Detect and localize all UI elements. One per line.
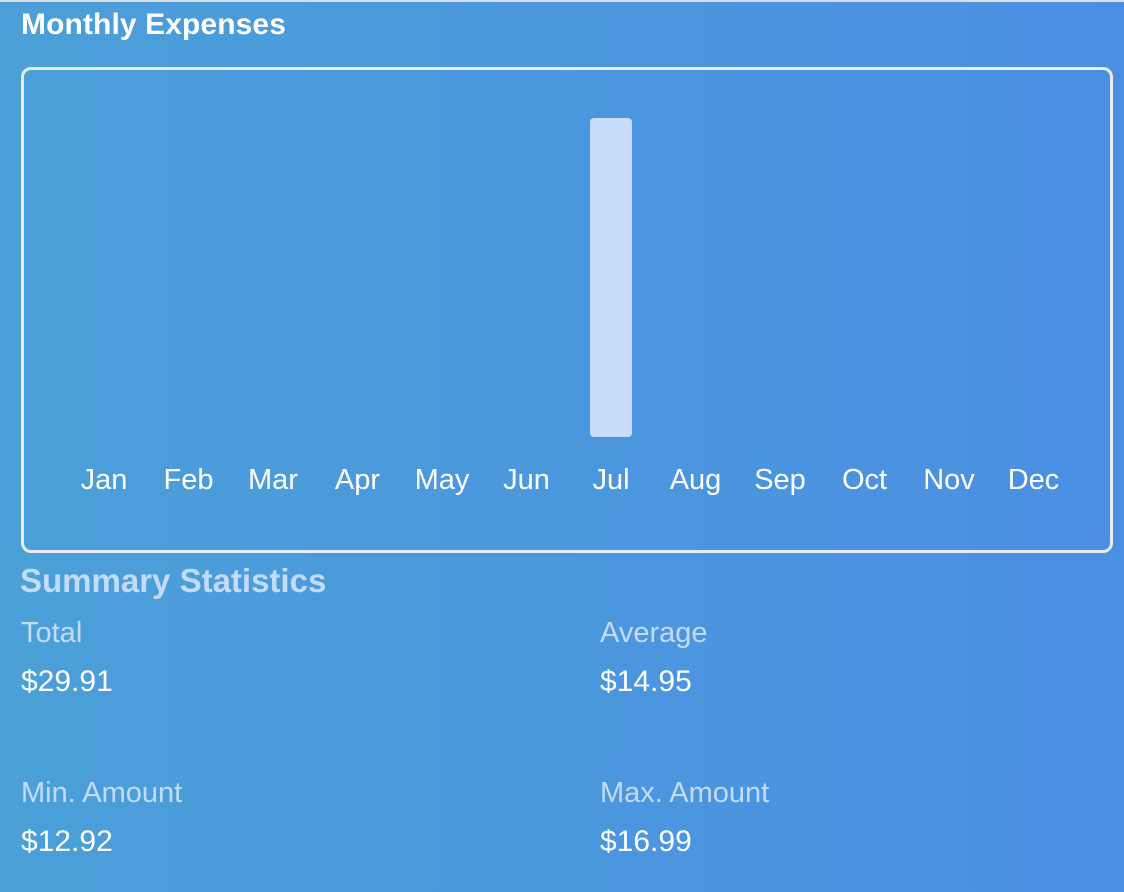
stat-label-max-amount: Max. Amount	[600, 777, 770, 809]
stat-label-average: Average	[600, 617, 708, 649]
month-label-apr: Apr	[335, 464, 380, 496]
stat-value-max-amount: $16.99	[600, 825, 692, 858]
stat-label-total: Total	[21, 617, 83, 649]
window-top-border	[0, 0, 1124, 2]
month-labels-layer: Jan Feb Mar Apr May Jun Jul Aug Sep Oct Nov Dec	[81, 464, 1060, 496]
month-label-may: May	[415, 464, 470, 496]
month-label-jun: Jun	[503, 464, 550, 496]
stat-value-min-amount: $12.92	[21, 825, 113, 858]
monthly-expenses-bar-chart: Jan Feb Mar Apr May Jun Jul Aug Sep Oct Nov Dec	[81, 118, 1060, 496]
month-label-jul: Jul	[592, 464, 629, 496]
bars-layer	[590, 118, 632, 437]
month-label-oct: Oct	[842, 464, 887, 496]
stat-label-min-amount: Min. Amount	[21, 777, 183, 809]
month-label-jan: Jan	[81, 464, 128, 496]
month-label-sep: Sep	[754, 464, 806, 496]
month-label-nov: Nov	[923, 464, 975, 496]
bar-jul	[590, 118, 632, 437]
stat-value-total: $29.91	[21, 665, 113, 698]
stat-value-average: $14.95	[600, 665, 692, 698]
expenses-chart-card: Jan Feb Mar Apr May Jun Jul Aug Sep Oct Nov Dec	[21, 67, 1113, 553]
month-label-aug: Aug	[670, 464, 722, 496]
month-label-dec: Dec	[1008, 464, 1060, 496]
summary-statistics-title: Summary Statistics	[20, 562, 327, 599]
month-label-mar: Mar	[248, 464, 298, 496]
page-title: Monthly Expenses	[21, 8, 286, 41]
month-label-feb: Feb	[164, 464, 214, 496]
